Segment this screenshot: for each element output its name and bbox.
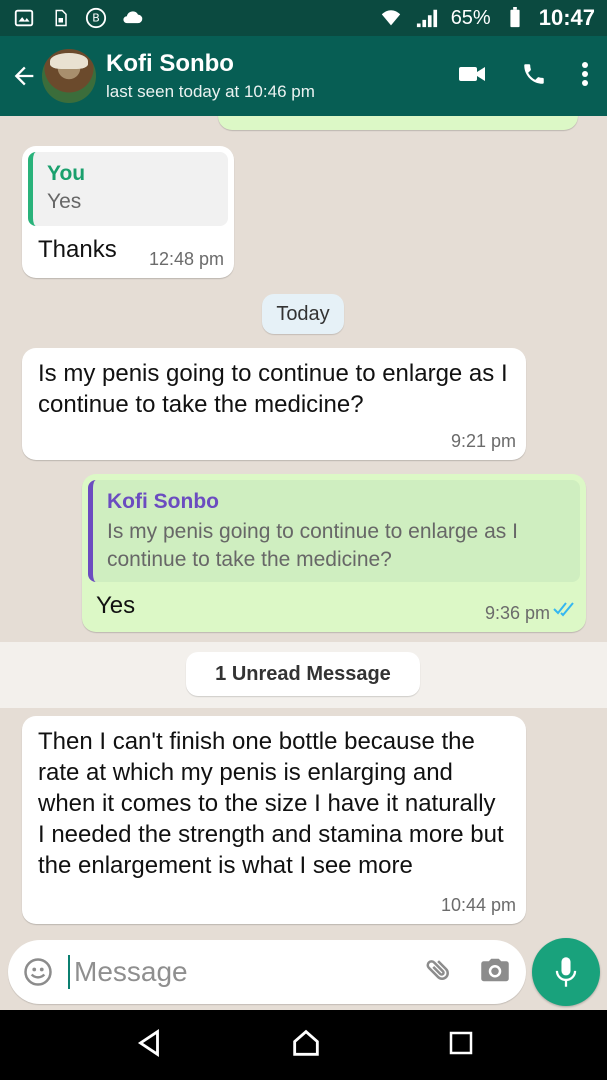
text-caret [68,955,70,989]
last-seen: last seen today at 10:46 pm [106,82,315,101]
svg-text:B: B [92,12,100,25]
message-time: 9:36 pm [484,603,550,623]
video-call-icon [459,66,485,81]
status-left: B [12,6,144,30]
message-bubble[interactable]: You Yes Thanks 12:48 pm [22,146,234,278]
home-icon [292,1029,319,1056]
back-arrow-icon [14,66,34,86]
nav-home-button[interactable] [289,1026,323,1065]
message-text: Thanks [38,236,117,263]
wifi-icon [379,6,403,30]
message-time: 12:48 pm [148,249,224,269]
cloud-icon [120,6,144,30]
gallery-icon [12,6,36,30]
composer: Message [0,938,607,1010]
nav-recents-button[interactable] [446,1028,476,1063]
paperclip-icon [426,959,449,980]
triangle-back-icon [137,1028,159,1057]
battery-icon [503,6,527,30]
back-button[interactable] [4,62,44,90]
chat-area[interactable]: You Yes Thanks 12:48 pm Today Is my peni… [0,116,607,938]
composer-actions [424,955,510,990]
mic-button[interactable] [532,938,600,1006]
quoted-message[interactable]: You Yes [28,152,228,226]
message-input[interactable]: Message [74,956,188,988]
message-bubble[interactable]: Is my penis going to continue to enlarge… [22,348,526,460]
system-nav-bar [0,1010,607,1080]
message-input-container[interactable]: Message [8,940,526,1004]
b-icon: B [84,6,108,30]
read-receipt-icon [552,601,576,622]
sim-icon [48,6,72,30]
call-button[interactable] [521,61,547,92]
message-text: Then I can't finish one bottle because t… [38,728,504,879]
attach-button[interactable] [424,955,454,990]
quoted-message[interactable]: Kofi Sonbo Is my penis going to continue… [88,480,580,582]
more-button[interactable] [581,61,589,92]
unread-chip: 1 Unread Message [186,652,420,696]
header-actions [457,61,589,92]
battery-percent: 65% [450,6,491,29]
emoji-button[interactable] [8,957,68,987]
message-bubble-outgoing[interactable]: Kofi Sonbo Is my penis going to continue… [82,474,586,632]
status-right: 65% 10:47 [379,5,595,31]
clock: 10:47 [538,5,595,30]
recents-icon [449,1031,472,1054]
quoted-text: Yes [47,190,82,213]
emoji-icon [24,958,52,986]
mic-icon [555,957,577,987]
more-icon [582,61,588,86]
camera-button[interactable] [480,957,510,988]
message-text: Is my penis going to continue to enlarge… [38,360,508,418]
date-chip: Today [262,294,344,334]
video-call-button[interactable] [457,62,487,91]
chat-header: Kofi Sonbo last seen today at 10:46 pm [0,36,607,116]
contact-name: Kofi Sonbo [106,50,234,77]
contact-info[interactable]: Kofi Sonbo last seen today at 10:46 pm [106,50,315,102]
call-icon [524,63,544,84]
message-time: 10:44 pm [440,895,516,915]
quoted-author: Kofi Sonbo [107,490,219,513]
message-time: 9:21 pm [450,431,516,451]
message-bubble-partial [218,116,578,130]
message-text: Yes [96,592,136,619]
signal-icon [415,6,439,30]
quoted-author: You [47,162,86,185]
camera-icon [481,958,509,981]
nav-back-button[interactable] [132,1026,166,1065]
message-bubble[interactable]: Then I can't finish one bottle because t… [22,716,526,924]
status-bar: B 65% 10:47 [0,0,607,36]
quoted-text: Is my penis going to continue to enlarge… [107,520,518,571]
avatar[interactable] [42,49,96,103]
